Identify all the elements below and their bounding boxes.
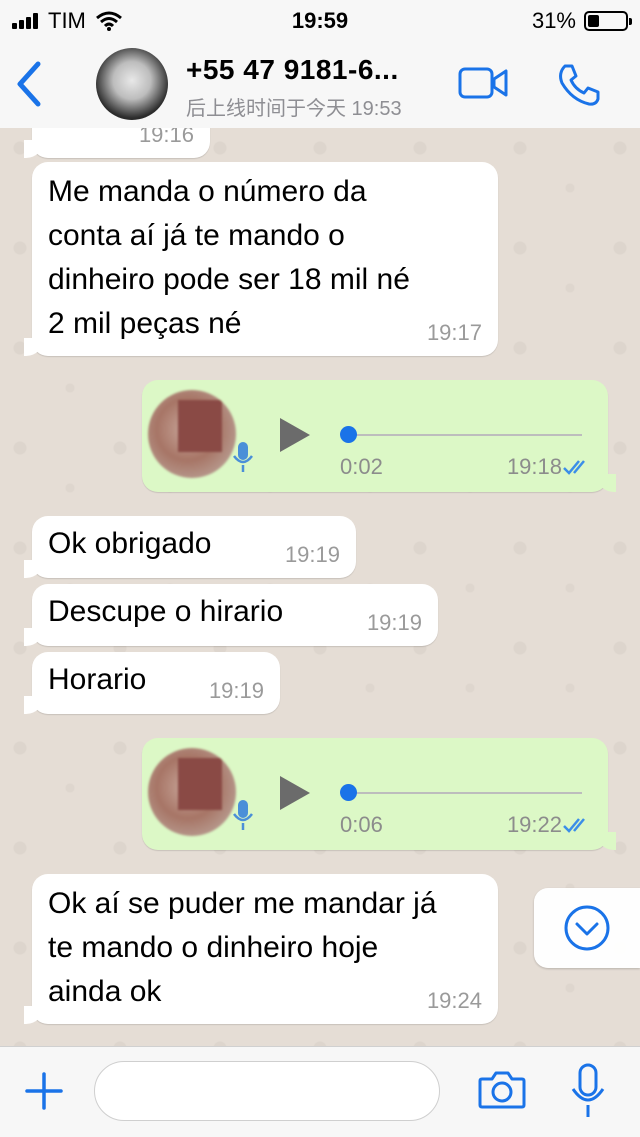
contact-avatar[interactable]: [96, 48, 168, 120]
message-text: Ok aí se puder me mandar já te mando o d…: [48, 887, 437, 1008]
message-time: 19:19: [284, 542, 340, 567]
message-bubble-incoming[interactable]: Ok 19:16: [24, 128, 210, 158]
voice-message-outgoing[interactable]: 0:02 19:18: [142, 380, 616, 492]
message-text: Me manda o número da conta aí já te mand…: [48, 175, 410, 340]
audio-duration: 0:06: [340, 812, 383, 837]
camera-icon[interactable]: [478, 1069, 526, 1109]
message-bubble-incoming[interactable]: Horario 19:19: [24, 652, 280, 714]
message-time: 19:16: [138, 128, 194, 147]
contact-name[interactable]: +55 47 9181-6...: [186, 54, 399, 86]
message-time: 19:24: [426, 988, 482, 1013]
phone-call-icon[interactable]: [556, 62, 602, 108]
battery-percent: 31%: [531, 8, 576, 33]
read-receipt-icon: [563, 460, 585, 475]
message-time: 19:22: [506, 812, 562, 837]
message-input[interactable]: [94, 1061, 440, 1121]
chat-header: +55 47 9181-6... 后上线时间于今天 19:53: [0, 40, 640, 129]
chevron-down-icon: [564, 905, 610, 951]
microphone-icon: [233, 800, 253, 830]
audio-progress-track[interactable]: [348, 434, 582, 436]
battery-icon: [584, 11, 632, 31]
message-bubble-incoming[interactable]: Me manda o número da conta aí já te mand…: [24, 162, 498, 356]
play-icon[interactable]: [280, 776, 310, 810]
play-icon[interactable]: [280, 418, 310, 452]
audio-progress-track[interactable]: [348, 792, 582, 794]
message-bubble-incoming[interactable]: Descupe o hirario 19:19: [24, 584, 438, 646]
message-text: Horario: [48, 663, 147, 696]
message-time: 19:17: [426, 320, 482, 345]
audio-duration: 0:02: [340, 454, 383, 479]
message-input-bar: [0, 1046, 640, 1137]
last-seen-status: 后上线时间于今天 19:53: [186, 98, 402, 120]
message-text: Ok: [48, 128, 86, 140]
sender-avatar-thumbnail: [148, 390, 236, 478]
audio-progress-handle[interactable]: [340, 426, 357, 443]
message-bubble-incoming[interactable]: Ok aí se puder me mandar já te mando o d…: [24, 874, 498, 1024]
message-time: 19:18: [506, 454, 562, 479]
message-time: 19:19: [366, 610, 422, 635]
audio-progress-handle[interactable]: [340, 784, 357, 801]
read-receipt-icon: [563, 818, 585, 833]
voice-message-outgoing[interactable]: 0:06 19:22: [142, 738, 616, 850]
scroll-to-bottom-button[interactable]: [534, 888, 640, 968]
status-bar: TIM 19:59 31%: [0, 0, 640, 40]
microphone-icon: [233, 442, 253, 472]
microphone-icon[interactable]: [570, 1063, 606, 1119]
back-chevron-icon[interactable]: [10, 58, 50, 110]
message-bubble-incoming[interactable]: Ok obrigado 19:19: [24, 516, 356, 578]
message-time: 19:19: [208, 678, 264, 703]
message-text: Descupe o hirario: [48, 595, 284, 628]
video-call-icon[interactable]: [458, 66, 510, 100]
plus-icon[interactable]: [24, 1071, 64, 1111]
message-text: Ok obrigado: [48, 527, 212, 560]
sender-avatar-thumbnail: [148, 748, 236, 836]
